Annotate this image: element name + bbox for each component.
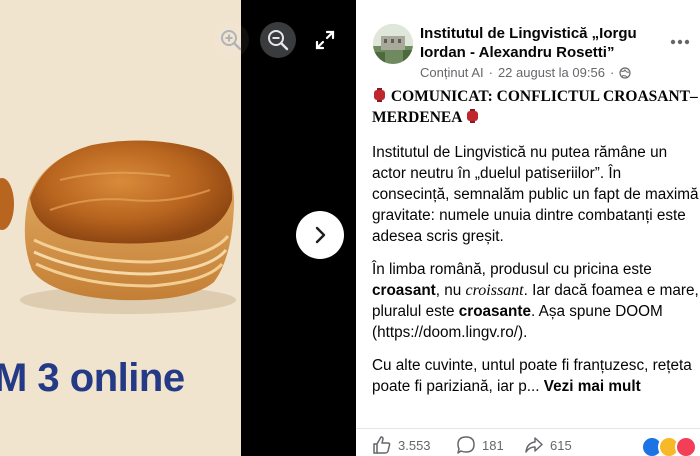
fullscreen-button[interactable] <box>309 24 341 56</box>
post-author[interactable]: Institutul de Lingvistică „Iorgu Iordan … <box>420 24 662 62</box>
doom-link[interactable]: https://doom.lingv.ro/ <box>377 324 518 341</box>
zoom-in-button[interactable] <box>213 22 249 58</box>
globe-icon <box>619 66 631 79</box>
photo-viewer: M 3 online <box>0 0 356 456</box>
zoom-out-button[interactable] <box>260 22 296 58</box>
red-lantern-icon <box>467 109 479 123</box>
post-meta: Conținut AI · 22 august la 09:56 · <box>420 65 631 80</box>
p2-text: , nu <box>435 282 466 299</box>
post-timestamp[interactable]: 22 august la 09:56 <box>498 65 605 80</box>
post-paragraph-1: Institutul de Lingvistică nu putea rămân… <box>372 144 699 245</box>
like-count: 3.553 <box>398 437 431 453</box>
thumbs-up-icon <box>373 436 391 454</box>
promo-text: M 3 online <box>0 356 185 400</box>
share-button[interactable]: 615 <box>524 435 572 455</box>
post-headline: COMUNICAT: CONFLICTUL CROASANT–MERDENEA <box>372 86 700 128</box>
p2-bold-croasante: croasante <box>458 303 532 320</box>
comment-icon <box>457 436 475 454</box>
p2-italic-croissant: croissant <box>465 282 524 299</box>
post-panel: Institutul de Lingvistică „Iorgu Iordan … <box>356 0 700 456</box>
zoom-in-icon <box>221 30 242 51</box>
red-lantern-icon <box>374 88 385 102</box>
fullscreen-icon <box>315 30 335 50</box>
post-body: COMUNICAT: CONFLICTUL CROASANT–MERDENEA … <box>372 86 700 409</box>
post-paragraph-3: Cu alte cuvinte, untul poate fi franțuze… <box>372 355 700 397</box>
share-icon <box>525 437 543 453</box>
see-more-link[interactable]: Vezi mai mult <box>544 378 641 395</box>
meta-separator: · <box>488 65 493 80</box>
comment-button[interactable]: 181 <box>456 435 504 455</box>
p2-text: ). <box>517 324 528 341</box>
like-button[interactable]: 3.553 <box>372 435 431 455</box>
post-paragraph-2: În limba română, produsul cu pricina est… <box>372 259 700 343</box>
headline-text: COMUNICAT: CONFLICTUL CROASANT–MERDENEA <box>372 88 698 126</box>
zoom-out-icon <box>268 30 289 51</box>
next-photo-button[interactable] <box>296 211 344 259</box>
comment-count: 181 <box>482 437 504 453</box>
building-avatar-icon <box>373 24 413 64</box>
p2-bold-croasant: croasant <box>372 282 436 299</box>
post-photo: M 3 online <box>0 0 241 456</box>
love-reaction-icon <box>675 436 697 456</box>
reaction-emoji-stack[interactable] <box>641 436 697 456</box>
share-count: 615 <box>550 437 572 453</box>
p2-text: În limba română, produsul cu pricina est… <box>372 261 652 278</box>
p3-text: Cu alte cuvinte, untul poate fi franțuze… <box>372 357 692 395</box>
more-options-icon <box>670 39 690 45</box>
meta-separator-2: · <box>609 65 615 80</box>
chevron-right-icon <box>315 226 326 244</box>
reactions-bar: 3.553 181 615 <box>356 428 700 456</box>
ai-content-label[interactable]: Conținut AI <box>420 65 484 80</box>
post-options-button[interactable] <box>668 30 692 54</box>
page-avatar[interactable] <box>373 24 413 64</box>
